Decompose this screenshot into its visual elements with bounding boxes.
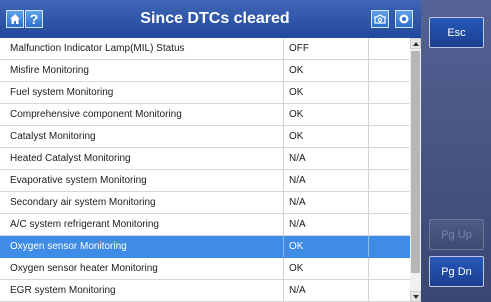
arrow-down-icon <box>413 295 419 299</box>
column-divider <box>368 82 369 103</box>
monitor-value: N/A <box>289 197 306 208</box>
help-icon: ? <box>29 11 39 27</box>
column-divider <box>283 148 284 169</box>
table-row[interactable]: A/C system refrigerant Monitoring N/A <box>0 214 410 236</box>
side-panel: Esc Pg Up Pg Dn <box>421 0 491 302</box>
arrow-up-icon <box>413 42 419 46</box>
column-divider <box>283 60 284 81</box>
monitor-name: Fuel system Monitoring <box>10 87 114 98</box>
record-button[interactable] <box>395 10 413 28</box>
monitor-name: A/C system refrigerant Monitoring <box>10 219 159 230</box>
column-divider <box>368 236 369 257</box>
monitor-table: Malfunction Indicator Lamp(MIL) Status OF… <box>0 38 421 302</box>
column-divider <box>283 126 284 147</box>
column-divider <box>283 170 284 191</box>
scroll-down-arrow[interactable] <box>410 291 421 302</box>
column-divider <box>283 104 284 125</box>
column-divider <box>283 214 284 235</box>
table-row[interactable]: Catalyst Monitoring OK <box>0 126 410 148</box>
column-divider <box>283 38 284 59</box>
column-divider <box>368 258 369 279</box>
column-divider <box>368 214 369 235</box>
monitor-value: OK <box>289 263 304 274</box>
monitor-name: Malfunction Indicator Lamp(MIL) Status <box>10 43 185 54</box>
column-divider <box>283 258 284 279</box>
monitor-value: OK <box>289 109 304 120</box>
home-icon <box>10 14 20 24</box>
column-divider <box>368 104 369 125</box>
monitor-name: Oxygen sensor Monitoring <box>10 241 127 252</box>
camera-icon <box>374 14 386 24</box>
table-row[interactable]: Evaporative system Monitoring N/A <box>0 170 410 192</box>
column-divider <box>283 82 284 103</box>
column-divider <box>368 60 369 81</box>
table-row[interactable]: Secondary air system Monitoring N/A <box>0 192 410 214</box>
page-up-button[interactable]: Pg Up <box>429 219 484 250</box>
table-row[interactable]: Misfire Monitoring OK <box>0 60 410 82</box>
column-divider <box>368 148 369 169</box>
monitor-name: Misfire Monitoring <box>10 65 89 76</box>
monitor-value: N/A <box>289 175 306 186</box>
table-row[interactable]: Oxygen sensor heater Monitoring OK <box>0 258 410 280</box>
table-row[interactable]: EGR system Monitoring N/A <box>0 280 410 302</box>
record-icon <box>399 14 409 24</box>
monitor-name: Heated Catalyst Monitoring <box>10 153 131 164</box>
monitor-value: OK <box>289 65 304 76</box>
scroll-thumb[interactable] <box>411 51 420 273</box>
monitor-value: OK <box>289 87 304 98</box>
monitor-value: N/A <box>289 285 306 296</box>
monitor-value: N/A <box>289 219 306 230</box>
monitor-value: OK <box>289 131 304 142</box>
table-row[interactable]: Comprehensive component Monitoring OK <box>0 104 410 126</box>
monitor-name: Oxygen sensor heater Monitoring <box>10 263 158 274</box>
column-divider <box>368 192 369 213</box>
table-row-selected[interactable]: Oxygen sensor Monitoring OK <box>0 236 410 258</box>
help-button[interactable]: ? <box>25 10 43 28</box>
monitor-value: OK <box>289 241 304 252</box>
esc-button[interactable]: Esc <box>429 17 484 48</box>
column-divider <box>368 38 369 59</box>
monitor-name: Secondary air system Monitoring <box>10 197 156 208</box>
monitor-name: Catalyst Monitoring <box>10 131 96 142</box>
monitor-name: Evaporative system Monitoring <box>10 175 147 186</box>
monitor-value: OFF <box>289 43 309 54</box>
monitor-name: EGR system Monitoring <box>10 285 116 296</box>
table-row[interactable]: Malfunction Indicator Lamp(MIL) Status OF… <box>0 38 410 60</box>
camera-button[interactable] <box>371 10 389 28</box>
monitor-value: N/A <box>289 153 306 164</box>
home-button[interactable] <box>6 10 24 28</box>
column-divider <box>283 192 284 213</box>
column-divider <box>283 280 284 301</box>
column-divider <box>368 280 369 301</box>
title-bar: ? Since DTCs cleared <box>0 0 421 38</box>
scroll-up-arrow[interactable] <box>410 38 421 49</box>
table-row[interactable]: Heated Catalyst Monitoring N/A <box>0 148 410 170</box>
column-divider <box>283 236 284 257</box>
column-divider <box>368 170 369 191</box>
vertical-scrollbar[interactable] <box>410 38 421 302</box>
table-row[interactable]: Fuel system Monitoring OK <box>0 82 410 104</box>
page-down-button[interactable]: Pg Dn <box>429 256 484 287</box>
monitor-name: Comprehensive component Monitoring <box>10 109 182 120</box>
page-title: Since DTCs cleared <box>140 10 290 27</box>
column-divider <box>368 126 369 147</box>
